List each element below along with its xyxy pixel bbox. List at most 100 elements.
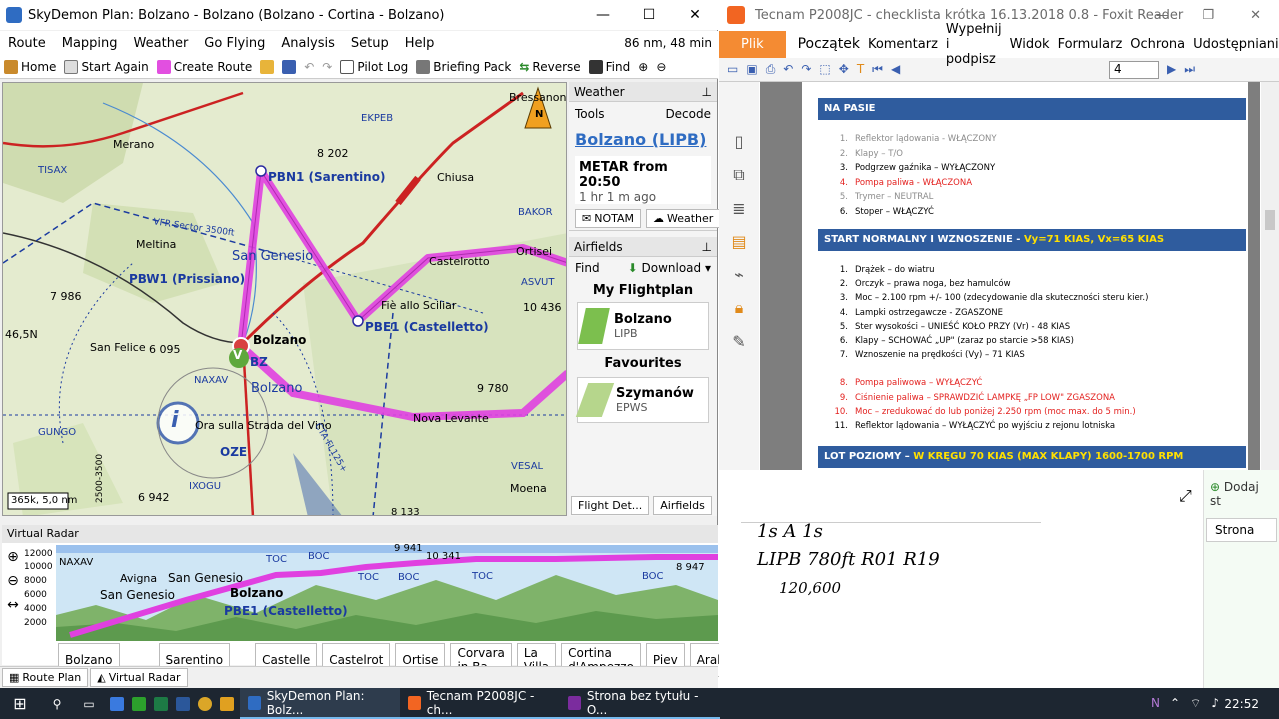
add-page-button[interactable]: ⊕ Dodaj st (1204, 470, 1279, 518)
weather-decode-button[interactable]: Decode (665, 107, 711, 121)
print-icon[interactable]: ⎙ (766, 62, 776, 77)
camtasia-icon[interactable] (132, 696, 146, 711)
clock[interactable]: 22:52 (1224, 697, 1259, 711)
airport-v-icon[interactable]: V (233, 348, 242, 362)
tab-file[interactable]: Plik (719, 30, 786, 58)
tab-route-plan[interactable]: ▦ Route Plan (2, 668, 89, 687)
menu-mapping[interactable]: Mapping (54, 36, 126, 51)
undo-icon[interactable]: ↶ (783, 62, 793, 77)
pdf-scrollbar[interactable] (1261, 82, 1279, 470)
zoom-in-button[interactable]: ⊕ (634, 60, 652, 74)
minimize-button[interactable]: — (580, 0, 626, 30)
briefing-pack-button[interactable]: Briefing Pack (412, 59, 515, 74)
tab-home[interactable]: Początek (794, 36, 864, 52)
minimize-button[interactable]: — (1156, 8, 1169, 23)
zoom-in-icon[interactable]: ⊕ (2, 545, 24, 569)
start-icon[interactable]: ⊞ (0, 694, 40, 713)
info-icon[interactable]: i (171, 408, 179, 433)
maximize-button[interactable]: ☐ (626, 0, 672, 30)
map-label[interactable]: PBW1 (Prissiano) (129, 272, 245, 286)
start-again-button[interactable]: Start Again (60, 59, 152, 74)
task-view-icon[interactable]: ▭ (74, 697, 104, 711)
favourite-card[interactable]: Szymanów EPWS (575, 377, 709, 423)
search-icon[interactable]: ⚲ (40, 697, 74, 711)
fit-icon[interactable]: ✥ (839, 62, 849, 77)
taskbar-onenote[interactable]: Strona bez tytułu - O... (560, 688, 720, 719)
map-canvas[interactable] (3, 83, 567, 516)
save-button[interactable] (278, 59, 300, 74)
close-button[interactable]: ✕ (1250, 8, 1261, 23)
airport-link[interactable]: Bolzano (LIPB) (569, 126, 717, 153)
expand-icon[interactable]: ↔ (2, 593, 24, 617)
select-icon[interactable]: ⬚ (819, 62, 830, 77)
tab-notam[interactable]: ✉ NOTAM (575, 209, 641, 228)
map-label[interactable]: PBE1 (Castelletto) (365, 320, 489, 334)
menu-go-flying[interactable]: Go Flying (196, 36, 273, 51)
comments-icon[interactable]: ▤ (731, 232, 746, 251)
onenote-tray-icon[interactable]: N (1151, 696, 1160, 711)
menu-analysis[interactable]: Analysis (273, 36, 343, 51)
pdf-viewport[interactable]: NA PASIE START NORMALNY I WZNOSZENIE - V… (760, 82, 1260, 470)
zoom-out-icon[interactable]: ⊖ (2, 569, 24, 593)
map-view[interactable]: Bressanon EKPEB Merano 8 202 PBN1 (Saren… (2, 82, 567, 516)
tab-airfields[interactable]: Airfields (653, 496, 712, 515)
tab-protect[interactable]: Ochrona (1126, 37, 1189, 52)
tab-share[interactable]: Udostępnianie (1189, 37, 1279, 52)
tab-virtual-radar[interactable]: ◭ Virtual Radar (90, 668, 188, 687)
home-button[interactable]: Home (0, 59, 60, 74)
airfields-download-button[interactable]: ⬇ Download ▾ (628, 261, 711, 275)
mail-icon[interactable] (110, 696, 124, 711)
last-page-icon[interactable]: ⏭ (1184, 62, 1195, 77)
tab-fill-sign[interactable]: Wypełnij i podpisz (942, 22, 1006, 67)
menu-help[interactable]: Help (397, 36, 443, 51)
pin-icon[interactable]: ⊥ (702, 85, 712, 99)
redo-button[interactable]: ↷ (318, 60, 336, 74)
first-page-icon[interactable]: ⏮ (872, 62, 883, 77)
next-page-icon[interactable]: ▶ (1167, 62, 1176, 77)
taskbar-foxit[interactable]: Tecnam P2008JC - ch... (400, 688, 560, 719)
excel-icon[interactable] (154, 696, 168, 711)
open-button[interactable] (256, 59, 278, 74)
network-icon[interactable]: ⌔ (1190, 696, 1201, 711)
airfields-find-button[interactable]: Find (575, 261, 600, 275)
chrome-icon[interactable] (198, 696, 212, 711)
taskbar-skydemon[interactable]: SkyDemon Plan: Bolz... (240, 688, 400, 719)
layers-icon[interactable]: ≣ (732, 199, 745, 218)
find-button[interactable]: Find (585, 59, 635, 74)
tab-weather[interactable]: ☁ Weather (646, 209, 721, 228)
pin-icon[interactable]: ⊥ (702, 240, 712, 254)
undo-button[interactable]: ↶ (300, 60, 318, 74)
volume-icon[interactable]: ♪ (1211, 696, 1219, 711)
zoom-out-button[interactable]: ⊖ (652, 60, 670, 74)
signature-icon[interactable]: ✎ (732, 332, 745, 351)
lock-icon[interactable]: 🔒︎ (735, 298, 744, 318)
create-route-button[interactable]: Create Route (153, 59, 257, 74)
reverse-button[interactable]: ⇆ Reverse (515, 60, 584, 74)
word-icon[interactable] (176, 696, 190, 711)
chevron-up-icon[interactable]: ⌃ (1170, 696, 1180, 711)
redo-icon[interactable]: ↷ (801, 62, 811, 77)
page-number-input[interactable]: 4 (1109, 60, 1159, 79)
menu-route[interactable]: Route (0, 36, 54, 51)
typewriter-icon[interactable]: T (857, 62, 864, 77)
menu-weather[interactable]: Weather (126, 36, 197, 51)
restore-button[interactable]: ❐ (1202, 8, 1214, 23)
bookmark-icon[interactable]: ▯ (735, 132, 744, 151)
map-label[interactable]: PBN1 (Sarentino) (268, 170, 385, 184)
outlook-icon[interactable] (220, 696, 234, 711)
pages-icon[interactable]: ⧉ (733, 165, 744, 185)
tab-comment[interactable]: Komentarz (864, 37, 942, 52)
flightplan-card[interactable]: Bolzano LIPB (577, 302, 709, 350)
tab-flight-details[interactable]: Flight Det... (571, 496, 650, 515)
weather-tools-menu[interactable]: Tools (575, 107, 605, 121)
page-tab[interactable]: Strona (1206, 518, 1277, 542)
tab-form[interactable]: Formularz (1054, 37, 1127, 52)
attachment-icon[interactable]: ⌁ (734, 265, 744, 284)
menu-setup[interactable]: Setup (343, 36, 397, 51)
expand-icon[interactable]: ⤢ (1179, 486, 1192, 506)
tab-view[interactable]: Widok (1006, 37, 1054, 52)
save-icon[interactable]: ▣ (746, 62, 757, 77)
pilot-log-button[interactable]: Pilot Log (336, 59, 412, 74)
open-icon[interactable]: ▭ (727, 62, 738, 77)
prev-page-icon[interactable]: ◀ (891, 62, 900, 77)
